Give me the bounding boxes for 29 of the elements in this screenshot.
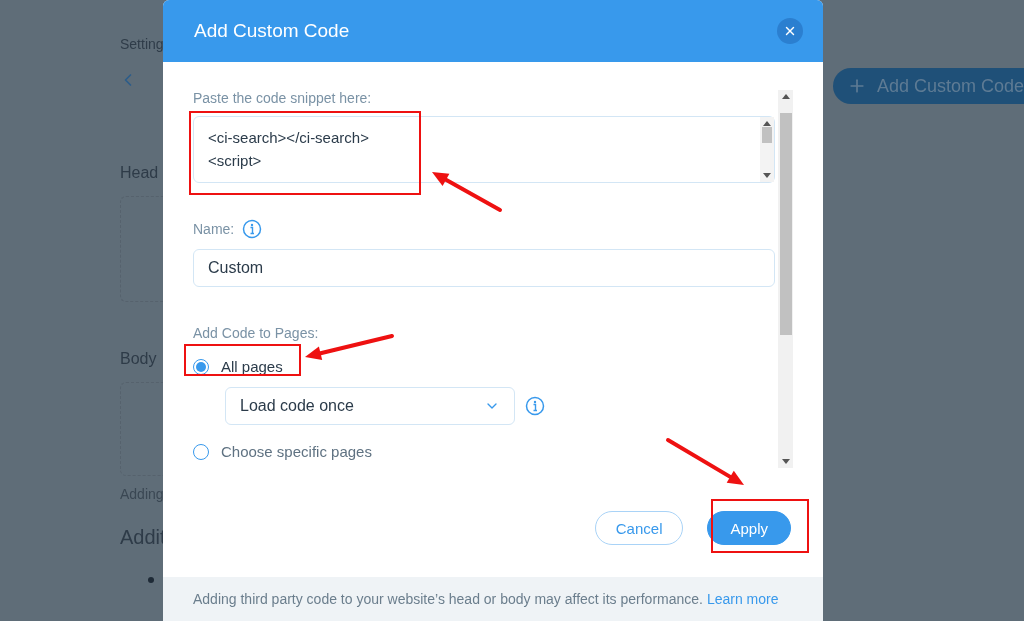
name-input[interactable]: Custom (193, 249, 775, 287)
info-icon[interactable] (525, 396, 545, 416)
close-button[interactable] (777, 18, 803, 44)
code-line: <script> (208, 152, 263, 169)
dialog-title: Add Custom Code (194, 20, 350, 42)
arrow-annotation (432, 172, 502, 212)
field-label: Add Code to Pages: (193, 325, 320, 341)
code-field[interactable]: <ci-search></ci-search> <script> (193, 116, 775, 183)
apply-button[interactable]: Apply (707, 511, 791, 545)
scrollbar-thumb[interactable] (779, 113, 792, 335)
cancel-button[interactable]: Cancel (594, 511, 684, 545)
scrollbar[interactable] (760, 117, 774, 182)
field-label: Paste the code snippet here: (193, 90, 373, 106)
scroll-down-icon[interactable] (763, 173, 771, 178)
close-icon (783, 24, 797, 38)
info-icon[interactable] (242, 219, 263, 239)
code-line: <ci-search></ci-search> (208, 129, 370, 146)
scrollbar[interactable] (778, 90, 793, 468)
scroll-down-icon[interactable] (781, 459, 790, 464)
footer-text: Adding third party code to your website’s head or body may affect its performance. Learn more (193, 591, 779, 607)
bullet-dot (148, 577, 154, 583)
add-custom-code-button[interactable]: Add Custom Code (833, 68, 1024, 104)
scroll-up-icon[interactable] (781, 94, 790, 99)
radio-label: Choose specific pages (221, 443, 372, 460)
learn-more-link[interactable]: Learn more (706, 591, 779, 607)
load-mode-dropdown[interactable]: Load code once (225, 387, 515, 425)
radio-label: All pages (221, 358, 283, 375)
scrollbar-thumb[interactable] (762, 126, 772, 143)
field-label: Name: (193, 221, 235, 237)
